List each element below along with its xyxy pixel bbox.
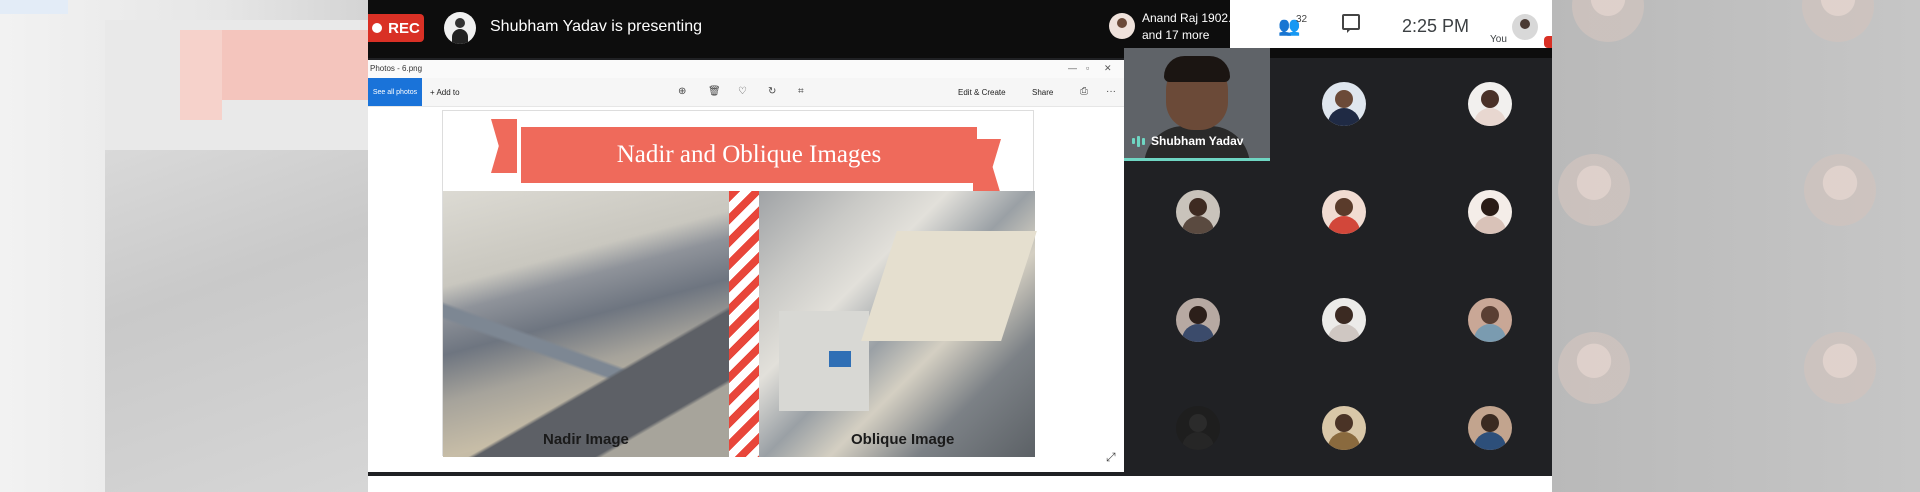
print-icon[interactable]: ⎙	[1080, 86, 1088, 97]
banner-flag-left	[491, 119, 517, 173]
participant-tile[interactable]	[1176, 406, 1220, 450]
zoom-icon[interactable]: ⊕	[678, 86, 686, 97]
participant-tile[interactable]	[1176, 298, 1220, 342]
background-blur-right	[1552, 0, 1920, 492]
photos-toolbar: See all photos + Add to ⊕ 🗑 ♡ ↻ ⌗ Edit &…	[368, 78, 1124, 107]
participant-tile[interactable]	[1322, 298, 1366, 342]
nadir-photo	[443, 191, 729, 457]
nadir-road	[443, 191, 729, 457]
participant-tile[interactable]	[1322, 190, 1366, 234]
participant-tile[interactable]	[1468, 190, 1512, 234]
favorite-icon[interactable]: ♡	[738, 86, 747, 97]
background-avatar	[1802, 0, 1874, 42]
self-video-tile[interactable]: Shubham Yadav	[1124, 48, 1270, 161]
participant-more: and 17 more	[1142, 28, 1210, 42]
nadir-caption: Nadir Image	[543, 431, 629, 448]
share-button[interactable]: Share	[1032, 88, 1053, 97]
close-icon[interactable]: ✕	[1104, 63, 1112, 74]
see-all-photos-button[interactable]: See all photos	[368, 78, 422, 106]
oblique-roof	[861, 231, 1037, 341]
presenter-avatar	[444, 12, 476, 44]
people-count: 32	[1296, 14, 1308, 25]
maximize-icon[interactable]: ▫	[1086, 63, 1089, 73]
background-avatar	[1804, 154, 1876, 226]
expand-icon[interactable]: ⤢	[1106, 450, 1116, 465]
oblique-building	[779, 311, 869, 411]
oblique-caption: Oblique Image	[851, 431, 955, 448]
participant-tile[interactable]	[1468, 82, 1512, 126]
self-tile-name: Shubham Yadav	[1151, 134, 1244, 148]
self-avatar[interactable]	[1512, 14, 1538, 40]
background-photo-ghost	[105, 150, 368, 492]
slide-image: Nadir and Oblique Images Nadir Image Obl…	[442, 110, 1037, 457]
background-avatar	[1572, 0, 1644, 42]
background-avatar	[1558, 332, 1630, 404]
meeting-window: REC Shubham Yadav is presenting Photos -…	[368, 0, 1552, 492]
shared-screen: Photos - 6.png — ▫ ✕ See all photos + Ad…	[368, 60, 1124, 472]
self-tile-label: Shubham Yadav	[1132, 134, 1243, 148]
crop-icon[interactable]: ⌗	[798, 86, 804, 97]
oblique-photo	[759, 191, 1037, 457]
recording-badge: REC	[368, 14, 424, 42]
presenting-text: Shubham Yadav is presenting	[490, 18, 702, 35]
add-to-button[interactable]: + Add to	[430, 88, 460, 97]
participant-tile[interactable]	[1322, 406, 1366, 450]
photos-window-title: Photos - 6.png	[370, 64, 423, 73]
background-flag-ghost	[180, 30, 222, 120]
you-label: You	[1490, 34, 1507, 45]
participant-name: Anand Raj 1902...	[1142, 11, 1239, 25]
participant-tile[interactable]	[1322, 82, 1366, 126]
bottom-strip	[368, 476, 1552, 492]
background-blur-left	[0, 0, 368, 492]
alert-indicator	[1544, 36, 1552, 48]
participant-avatar	[1109, 13, 1135, 39]
banner-flag-right	[973, 139, 1001, 195]
background-avatar	[1804, 332, 1876, 404]
delete-icon[interactable]: 🗑	[708, 86, 721, 97]
slide-title: Nadir and Oblique Images	[521, 127, 977, 183]
recording-label: REC	[388, 19, 420, 37]
participant-tile[interactable]	[1468, 406, 1512, 450]
chat-icon[interactable]	[1342, 14, 1360, 33]
self-video-hair	[1164, 56, 1230, 82]
participant-tile[interactable]	[1468, 298, 1512, 342]
photos-titlebar: Photos - 6.png — ▫ ✕	[368, 60, 1124, 78]
oblique-tarp	[829, 351, 851, 367]
divider-stripe	[729, 191, 759, 457]
minimize-icon[interactable]: —	[1068, 63, 1077, 73]
background-avatar	[1558, 154, 1630, 226]
background-chip	[0, 0, 68, 14]
meeting-time: 2:25 PM	[1402, 16, 1470, 36]
rotate-icon[interactable]: ↻	[768, 86, 776, 97]
participant-tile[interactable]	[1176, 190, 1220, 234]
more-options-icon[interactable]: ···	[1106, 86, 1116, 97]
record-dot-icon	[372, 23, 383, 33]
audio-level-icon	[1132, 135, 1145, 147]
edit-create-button[interactable]: Edit & Create	[958, 88, 1006, 97]
